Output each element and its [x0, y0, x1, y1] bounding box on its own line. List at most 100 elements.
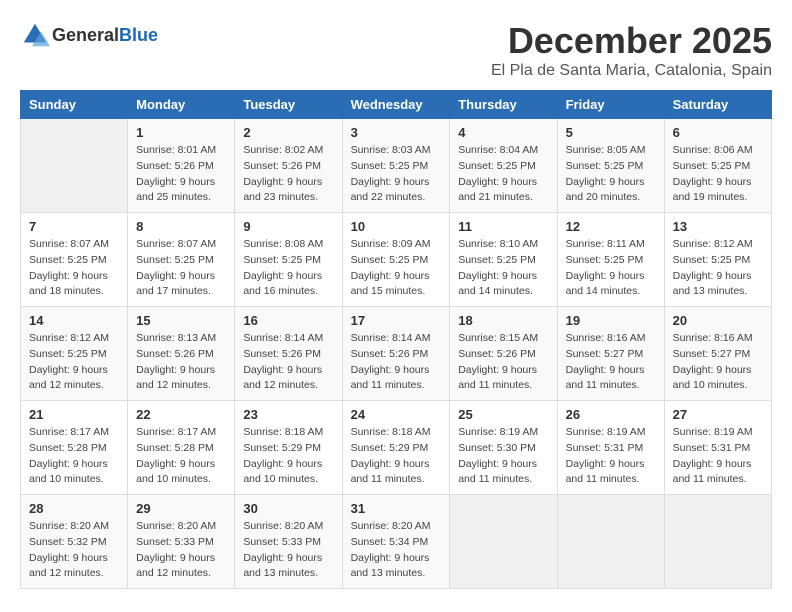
day-number: 20 [673, 313, 763, 328]
day-number: 4 [458, 125, 548, 140]
day-info: Sunrise: 8:16 AM Sunset: 5:27 PM Dayligh… [673, 331, 763, 394]
day-info: Sunrise: 8:13 AM Sunset: 5:26 PM Dayligh… [136, 331, 226, 394]
calendar-cell: 15 Sunrise: 8:13 AM Sunset: 5:26 PM Dayli… [128, 307, 235, 401]
calendar-cell: 12Sunrise: 8:11 AM Sunset: 5:25 PM Dayli… [557, 213, 664, 307]
day-info: Sunrise: 8:01 AM Sunset: 5:26 PM Dayligh… [136, 143, 226, 206]
day-number: 8 [136, 219, 226, 234]
day-info: Sunrise: 8:07 AM Sunset: 5:25 PM Dayligh… [136, 237, 226, 300]
title-section: December 2025 El Pla de Santa Maria, Cat… [491, 20, 772, 80]
calendar-cell: 1 Sunrise: 8:01 AM Sunset: 5:26 PM Daylig… [128, 119, 235, 213]
calendar-cell: 31Sunrise: 8:20 AM Sunset: 5:34 PM Dayli… [342, 495, 450, 589]
day-info: Sunrise: 8:19 AM Sunset: 5:31 PM Dayligh… [566, 425, 656, 488]
day-info: Sunrise: 8:18 AM Sunset: 5:29 PM Dayligh… [351, 425, 442, 488]
day-info: Sunrise: 8:19 AM Sunset: 5:30 PM Dayligh… [458, 425, 548, 488]
logo-icon [20, 20, 50, 50]
day-info: Sunrise: 8:06 AM Sunset: 5:25 PM Dayligh… [673, 143, 763, 206]
day-info: Sunrise: 8:20 AM Sunset: 5:34 PM Dayligh… [351, 519, 442, 582]
day-info: Sunrise: 8:20 AM Sunset: 5:32 PM Dayligh… [29, 519, 119, 582]
calendar-cell: 21Sunrise: 8:17 AM Sunset: 5:28 PM Dayli… [21, 401, 128, 495]
day-number: 18 [458, 313, 548, 328]
location-title: El Pla de Santa Maria, Catalonia, Spain [491, 62, 772, 80]
calendar-cell: 13 Sunrise: 8:12 AM Sunset: 5:25 PM Dayli… [664, 213, 771, 307]
day-info: Sunrise: 8:12 AM Sunset: 5:25 PM Dayligh… [673, 237, 763, 300]
calendar-cell: 20 Sunrise: 8:16 AM Sunset: 5:27 PM Dayli… [664, 307, 771, 401]
day-info: Sunrise: 8:17 AM Sunset: 5:28 PM Dayligh… [29, 425, 119, 488]
day-number: 5 [566, 125, 656, 140]
day-number: 17 [351, 313, 442, 328]
calendar-cell [664, 495, 771, 589]
day-number: 30 [243, 501, 333, 516]
calendar-table: SundayMondayTuesdayWednesdayThursdayFrid… [20, 90, 772, 589]
calendar-cell [557, 495, 664, 589]
day-info: Sunrise: 8:03 AM Sunset: 5:25 PM Dayligh… [351, 143, 442, 206]
logo-text-blue: Blue [119, 25, 158, 45]
calendar-week-row: 1 Sunrise: 8:01 AM Sunset: 5:26 PM Daylig… [21, 119, 772, 213]
calendar-cell: 6 Sunrise: 8:06 AM Sunset: 5:25 PM Daylig… [664, 119, 771, 213]
calendar-cell: 18 Sunrise: 8:15 AM Sunset: 5:26 PM Dayli… [450, 307, 557, 401]
day-number: 11 [458, 219, 548, 234]
month-title: December 2025 [491, 20, 772, 62]
calendar-cell: 7 Sunrise: 8:07 AM Sunset: 5:25 PM Daylig… [21, 213, 128, 307]
day-info: Sunrise: 8:19 AM Sunset: 5:31 PM Dayligh… [673, 425, 763, 488]
calendar-col-header: Tuesday [235, 91, 342, 119]
day-info: Sunrise: 8:15 AM Sunset: 5:26 PM Dayligh… [458, 331, 548, 394]
day-info: Sunrise: 8:18 AM Sunset: 5:29 PM Dayligh… [243, 425, 333, 488]
day-number: 6 [673, 125, 763, 140]
calendar-cell: 14Sunrise: 8:12 AM Sunset: 5:25 PM Dayli… [21, 307, 128, 401]
calendar-cell: 19 Sunrise: 8:16 AM Sunset: 5:27 PM Dayli… [557, 307, 664, 401]
calendar-cell: 23 Sunrise: 8:18 AM Sunset: 5:29 PM Dayli… [235, 401, 342, 495]
day-number: 22 [136, 407, 226, 422]
calendar-cell: 30 Sunrise: 8:20 AM Sunset: 5:33 PM Dayli… [235, 495, 342, 589]
calendar-col-header: Monday [128, 91, 235, 119]
day-info: Sunrise: 8:08 AM Sunset: 5:25 PM Dayligh… [243, 237, 333, 300]
day-number: 10 [351, 219, 442, 234]
calendar-col-header: Wednesday [342, 91, 450, 119]
day-number: 26 [566, 407, 656, 422]
day-info: Sunrise: 8:17 AM Sunset: 5:28 PM Dayligh… [136, 425, 226, 488]
day-number: 3 [351, 125, 442, 140]
calendar-body: 1 Sunrise: 8:01 AM Sunset: 5:26 PM Daylig… [21, 119, 772, 589]
calendar-col-header: Sunday [21, 91, 128, 119]
calendar-week-row: 14Sunrise: 8:12 AM Sunset: 5:25 PM Dayli… [21, 307, 772, 401]
calendar-cell: 5 Sunrise: 8:05 AM Sunset: 5:25 PM Daylig… [557, 119, 664, 213]
day-info: Sunrise: 8:10 AM Sunset: 5:25 PM Dayligh… [458, 237, 548, 300]
calendar-cell: 28 Sunrise: 8:20 AM Sunset: 5:32 PM Dayli… [21, 495, 128, 589]
calendar-cell: 8 Sunrise: 8:07 AM Sunset: 5:25 PM Daylig… [128, 213, 235, 307]
day-info: Sunrise: 8:05 AM Sunset: 5:25 PM Dayligh… [566, 143, 656, 206]
calendar-cell: 10Sunrise: 8:09 AM Sunset: 5:25 PM Dayli… [342, 213, 450, 307]
calendar-cell: 9 Sunrise: 8:08 AM Sunset: 5:25 PM Daylig… [235, 213, 342, 307]
day-number: 2 [243, 125, 333, 140]
day-number: 24 [351, 407, 442, 422]
calendar-cell [450, 495, 557, 589]
calendar-week-row: 7 Sunrise: 8:07 AM Sunset: 5:25 PM Daylig… [21, 213, 772, 307]
calendar-cell: 11 Sunrise: 8:10 AM Sunset: 5:25 PM Dayli… [450, 213, 557, 307]
calendar-cell: 29Sunrise: 8:20 AM Sunset: 5:33 PM Dayli… [128, 495, 235, 589]
day-number: 23 [243, 407, 333, 422]
day-info: Sunrise: 8:07 AM Sunset: 5:25 PM Dayligh… [29, 237, 119, 300]
logo: GeneralBlue [20, 20, 158, 50]
calendar-cell: 25Sunrise: 8:19 AM Sunset: 5:30 PM Dayli… [450, 401, 557, 495]
day-info: Sunrise: 8:20 AM Sunset: 5:33 PM Dayligh… [243, 519, 333, 582]
day-number: 7 [29, 219, 119, 234]
calendar-week-row: 28 Sunrise: 8:20 AM Sunset: 5:32 PM Dayli… [21, 495, 772, 589]
calendar-col-header: Saturday [664, 91, 771, 119]
calendar-col-header: Thursday [450, 91, 557, 119]
calendar-cell: 26 Sunrise: 8:19 AM Sunset: 5:31 PM Dayli… [557, 401, 664, 495]
day-number: 1 [136, 125, 226, 140]
calendar-week-row: 21Sunrise: 8:17 AM Sunset: 5:28 PM Dayli… [21, 401, 772, 495]
day-number: 19 [566, 313, 656, 328]
day-info: Sunrise: 8:14 AM Sunset: 5:26 PM Dayligh… [243, 331, 333, 394]
calendar-cell: 27Sunrise: 8:19 AM Sunset: 5:31 PM Dayli… [664, 401, 771, 495]
day-info: Sunrise: 8:16 AM Sunset: 5:27 PM Dayligh… [566, 331, 656, 394]
day-number: 28 [29, 501, 119, 516]
day-number: 13 [673, 219, 763, 234]
day-number: 15 [136, 313, 226, 328]
calendar-cell: 4 Sunrise: 8:04 AM Sunset: 5:25 PM Daylig… [450, 119, 557, 213]
day-info: Sunrise: 8:14 AM Sunset: 5:26 PM Dayligh… [351, 331, 442, 394]
day-number: 9 [243, 219, 333, 234]
calendar-cell [21, 119, 128, 213]
day-number: 16 [243, 313, 333, 328]
day-info: Sunrise: 8:04 AM Sunset: 5:25 PM Dayligh… [458, 143, 548, 206]
day-number: 29 [136, 501, 226, 516]
calendar-header-row: SundayMondayTuesdayWednesdayThursdayFrid… [21, 91, 772, 119]
